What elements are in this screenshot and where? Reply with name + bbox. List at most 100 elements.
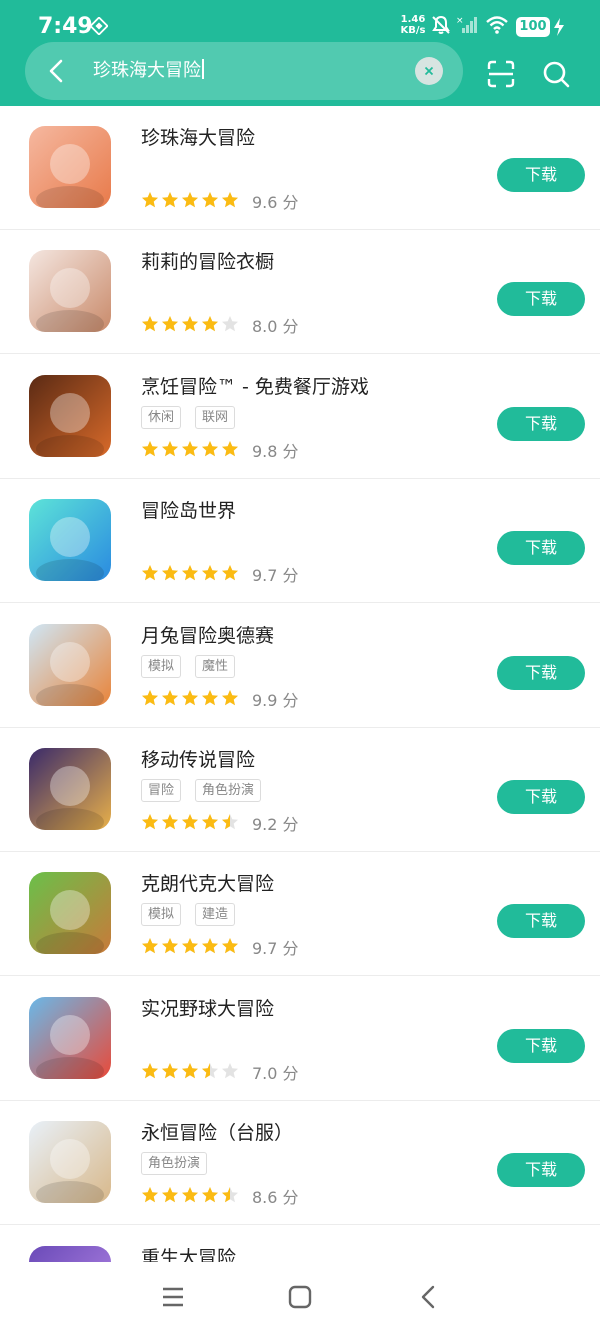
star-icon <box>142 441 158 457</box>
signal-icon: × <box>456 16 477 33</box>
star-icon <box>222 1063 238 1079</box>
download-button[interactable]: 下载 <box>497 158 585 192</box>
close-icon <box>424 66 434 76</box>
star-icon <box>222 192 238 208</box>
list-item[interactable]: 移动传说冒险 冒险 角色扮演 9.2 分 下载 <box>0 728 600 852</box>
download-button[interactable]: 下载 <box>497 1029 585 1063</box>
tag-badge: 模拟 <box>141 655 182 678</box>
app-icon-lily-wardrobe-art <box>29 250 111 332</box>
list-item[interactable]: 烹饪冒险™ - 免费餐厅游戏 休闲 联网 9.8 分下载 <box>0 355 600 479</box>
download-button[interactable]: 下载 <box>497 656 585 690</box>
star-icon <box>222 565 238 581</box>
star-icon <box>162 441 178 457</box>
star-icon <box>182 690 198 706</box>
app-icon-pearl-sea[interactable] <box>29 126 111 208</box>
star-icon <box>162 1063 178 1079</box>
star-icon <box>162 814 178 830</box>
app-name: 月兔冒险奥德赛 <box>141 625 275 647</box>
star-icon <box>142 316 158 332</box>
vpn-icon <box>90 17 108 35</box>
menu-icon[interactable] <box>160 1284 186 1310</box>
list-item[interactable]: 实况野球大冒险 7.0 分 下载 <box>0 977 600 1101</box>
svg-text:×: × <box>456 16 464 26</box>
app-icon-collab[interactable] <box>29 748 111 830</box>
star-icon <box>182 316 198 332</box>
back-icon[interactable] <box>46 58 68 84</box>
download-button[interactable]: 下载 <box>497 780 585 814</box>
star-icon <box>142 1187 158 1203</box>
list-item[interactable]: 重生大冒险 <box>0 1226 600 1262</box>
app-tags: 休闲 联网 <box>141 406 249 430</box>
star-icon <box>162 690 178 706</box>
charging-icon <box>554 18 564 36</box>
star-icon <box>182 1063 198 1079</box>
list-item[interactable]: 冒险岛世界 9.7 分 下载 <box>0 479 600 603</box>
rating-score: 7.0 分 <box>252 1064 299 1083</box>
rating-score: 9.8 分 <box>252 442 299 461</box>
app-icon-klondike[interactable] <box>29 872 111 954</box>
app-icon-rebirth-art <box>29 1246 111 1262</box>
app-icon-maplestory-worlds[interactable] <box>29 499 111 581</box>
top-header: 7:49 1.46 KB/s × 100 珍珠海大冒险 <box>0 0 600 106</box>
download-button[interactable]: 下载 <box>497 282 585 316</box>
app-icon-moon-rabbit[interactable] <box>29 624 111 706</box>
rating-score: 9.7 分 <box>252 566 299 585</box>
app-name: 珍珠海大冒险 <box>141 127 256 149</box>
star-icon <box>222 441 238 457</box>
search-input[interactable]: 珍珠海大冒险 <box>93 59 204 83</box>
app-icon-rebirth[interactable] <box>29 1246 111 1262</box>
star-icon <box>202 1063 218 1079</box>
star-icon <box>142 565 158 581</box>
star-icon <box>182 938 198 954</box>
star-icon <box>162 565 178 581</box>
star-icon <box>202 814 218 830</box>
scan-icon[interactable] <box>486 59 516 89</box>
battery-indicator: 100 <box>516 17 550 37</box>
list-item[interactable]: 珍珠海大冒险 9.6 分 下载 <box>0 106 600 230</box>
tag-badge: 联网 <box>195 406 236 429</box>
star-icon <box>142 938 158 954</box>
rating-score: 8.0 分 <box>252 317 299 336</box>
star-icon <box>202 316 218 332</box>
app-icon-konami-art <box>29 997 111 1079</box>
app-icon-pearl-sea-art <box>29 126 111 208</box>
list-item[interactable]: 月兔冒险奥德赛 模拟 魔性 9.9 分下载 <box>0 604 600 728</box>
star-icon <box>182 441 198 457</box>
star-icon <box>182 565 198 581</box>
app-icon-konami[interactable] <box>29 997 111 1079</box>
download-button[interactable]: 下载 <box>497 1153 585 1187</box>
rating-score: 8.6 分 <box>252 1188 299 1207</box>
app-icon-lily-wardrobe[interactable] <box>29 250 111 332</box>
tag-badge: 冒险 <box>141 779 182 802</box>
app-icon-eternal[interactable] <box>29 1121 111 1203</box>
list-item[interactable]: 莉莉的冒险衣橱 8.0 分 下载 <box>0 230 600 354</box>
star-icon <box>142 192 158 208</box>
app-icon-eternal-art <box>29 1121 111 1203</box>
text-caret <box>202 59 204 79</box>
net-speed: 1.46 KB/s <box>400 14 426 36</box>
search-results-list[interactable]: 珍珠海大冒险 9.6 分下载 莉莉的冒险衣橱 8.0 分下载 烹饪冒险™ - 免费餐厅游… <box>0 106 600 1262</box>
download-button[interactable]: 下载 <box>497 531 585 565</box>
star-icon <box>202 1187 218 1203</box>
star-icon <box>182 192 198 208</box>
home-icon[interactable] <box>287 1284 313 1310</box>
list-item[interactable]: 永恒冒险（台服） 角色扮演 8.6 分 下载 <box>0 1101 600 1225</box>
back-nav-icon[interactable] <box>416 1284 442 1310</box>
download-button[interactable]: 下载 <box>497 407 585 441</box>
app-tags: 角色扮演 <box>141 1152 221 1176</box>
search-bar[interactable] <box>25 42 463 100</box>
star-icon <box>142 690 158 706</box>
tag-badge: 模拟 <box>141 903 182 926</box>
download-button[interactable]: 下载 <box>497 904 585 938</box>
list-item[interactable]: 克朗代克大冒险 模拟 建造 9.7 分下载 <box>0 852 600 976</box>
app-name: 克朗代克大冒险 <box>141 873 275 895</box>
app-icon-collab-art <box>29 748 111 830</box>
star-icon <box>162 192 178 208</box>
app-name: 实况野球大冒险 <box>141 998 275 1020</box>
app-name: 移动传说冒险 <box>141 749 256 771</box>
rating-score: 9.6 分 <box>252 193 299 212</box>
app-icon-cooking[interactable] <box>29 375 111 457</box>
clear-search-button[interactable] <box>415 57 443 85</box>
rating-score: 9.9 分 <box>252 691 299 710</box>
search-icon[interactable] <box>541 59 571 89</box>
